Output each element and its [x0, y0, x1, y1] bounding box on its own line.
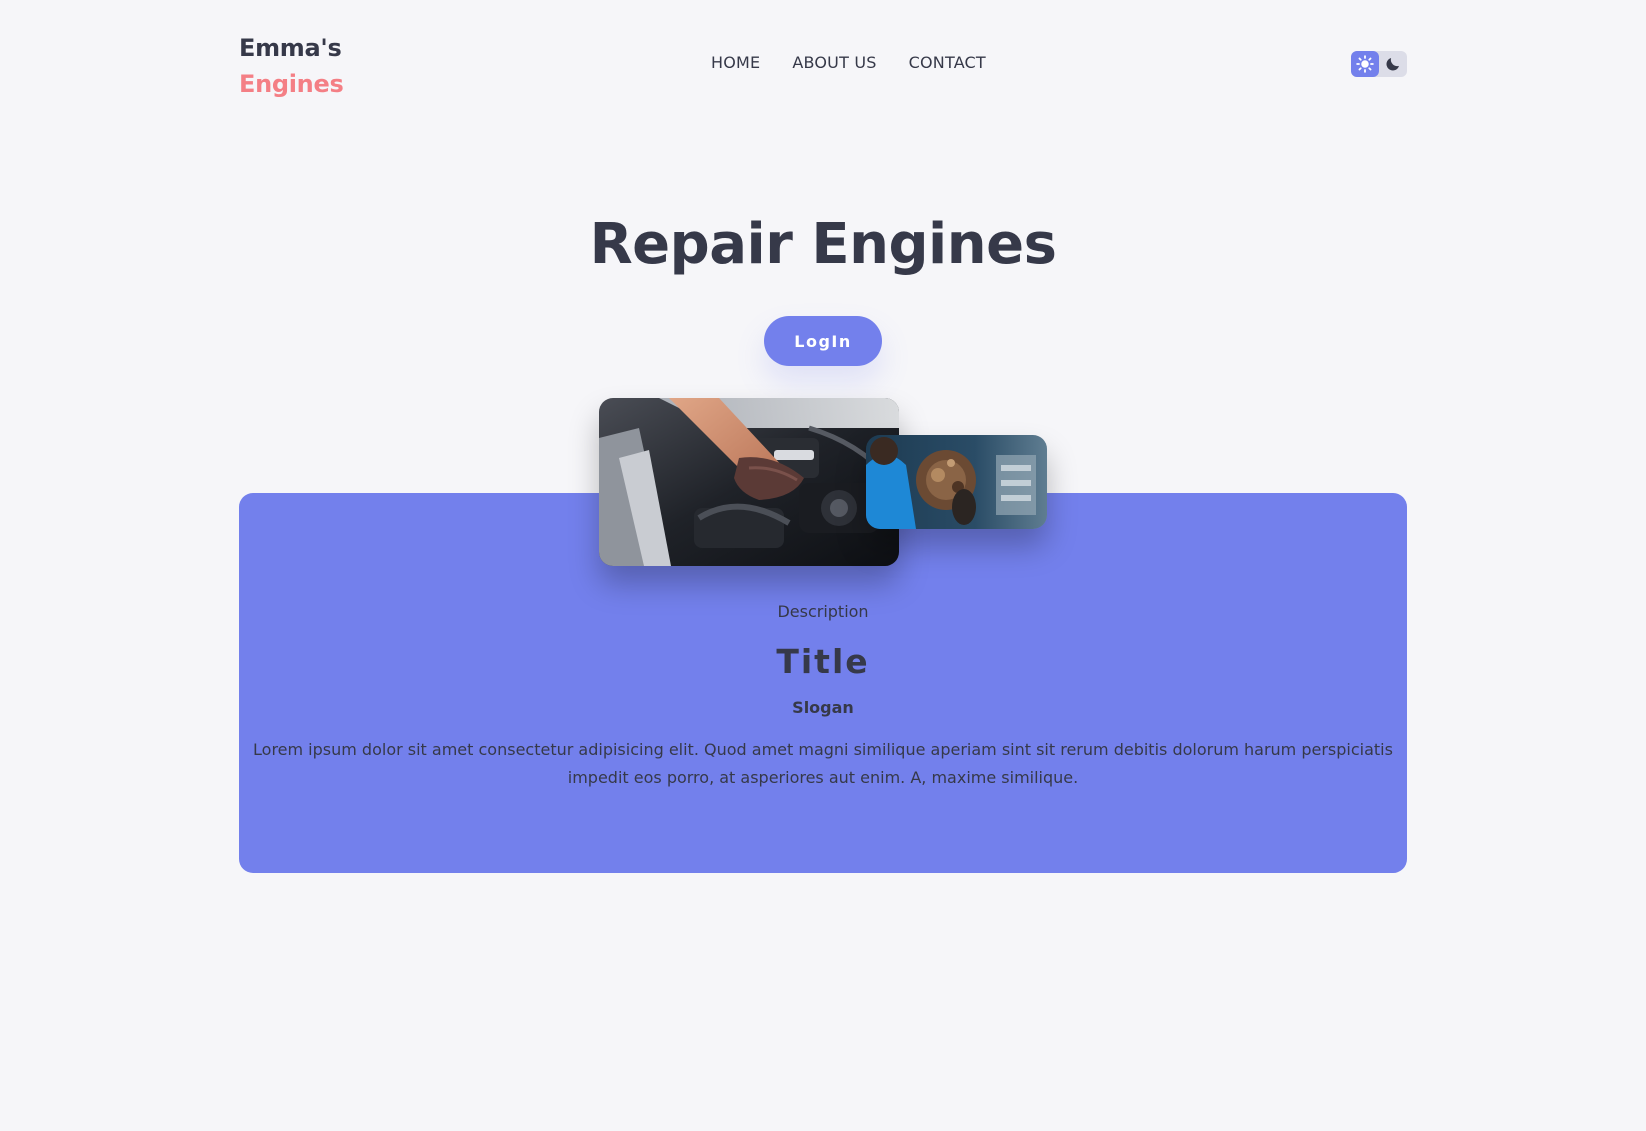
nav-link-home[interactable]: HOME: [711, 54, 760, 72]
brand-name-line2: Engines: [239, 70, 344, 98]
main-nav: HOME ABOUT US CONTACT: [711, 54, 986, 72]
card-description: Description: [777, 602, 869, 621]
light-mode-button[interactable]: [1351, 51, 1379, 77]
brand-logo[interactable]: Emma's Engines: [239, 30, 344, 102]
site-header: Emma's Engines HOME ABOUT US CONTACT: [239, 30, 1407, 100]
dark-mode-button[interactable]: [1379, 51, 1407, 77]
nav-link-about-us[interactable]: ABOUT US: [792, 54, 876, 72]
mechanic-photo: [866, 435, 1047, 529]
sun-icon: [1356, 55, 1374, 73]
card-body-text: Lorem ipsum dolor sit amet consectetur a…: [253, 740, 1393, 787]
brand-name-line1: Emma's: [239, 34, 342, 62]
card-title: Title: [776, 642, 870, 681]
engine-bay-photo: [599, 398, 899, 566]
theme-toggle[interactable]: [1351, 51, 1407, 77]
login-button[interactable]: LogIn: [764, 316, 882, 366]
nav-link-contact[interactable]: CONTACT: [909, 54, 986, 72]
hero-title: Repair Engines: [589, 212, 1057, 277]
moon-icon: [1386, 58, 1399, 71]
card-slogan: Slogan: [792, 698, 854, 717]
